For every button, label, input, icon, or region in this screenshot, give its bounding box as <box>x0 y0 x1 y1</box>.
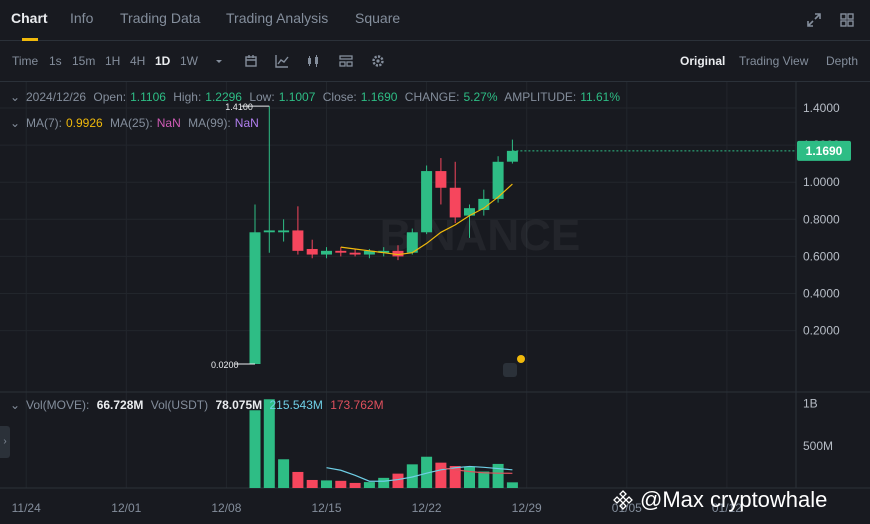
collapse-chevron-icon[interactable]: ⌄ <box>10 116 22 130</box>
time-tick-label: 12/08 <box>211 501 241 515</box>
price-tick-label: 0.6000 <box>803 249 840 263</box>
last-price-label: 1.1690 <box>806 144 843 158</box>
candle-body <box>249 232 261 364</box>
volume-bar <box>249 410 261 488</box>
price-chart[interactable]: BINANCE 0.20000.40000.60000.80001.00001.… <box>0 0 870 524</box>
open-value: 1.1106 <box>130 90 166 104</box>
close-value: 1.1690 <box>360 90 398 104</box>
time-tick-label: 11/24 <box>12 501 41 515</box>
high-value: 1.2296 <box>205 90 242 104</box>
price-tick-label: 1.0000 <box>803 175 840 189</box>
volume-bar <box>349 482 361 488</box>
change-label: CHANGE: <box>404 90 460 104</box>
ma25-label: MA(25): <box>110 116 153 130</box>
close-label: Close: <box>322 90 357 104</box>
ma99-label: MA(99): <box>188 116 231 130</box>
binance-logo-icon <box>613 490 633 510</box>
price-tick-label: 0.4000 <box>803 287 840 301</box>
volume-bar <box>321 480 332 488</box>
ohlc-line: ⌄ 2024/12/26 Open: 1.1106 High: 1.2296 Low:… <box>10 90 624 106</box>
ma-line: ⌄ MA(7): 0.9926 MA(25): NaN MA(99): NaN <box>10 116 263 132</box>
vol-value: 66.728M <box>96 398 144 412</box>
volume-tick-label: 1B <box>803 397 818 411</box>
volume-bar <box>392 473 404 488</box>
time-tick-label: 12/29 <box>512 501 542 515</box>
time-tick-label: 12/15 <box>311 501 341 515</box>
price-tick-label: 0.2000 <box>803 324 840 338</box>
ma25-value: NaN <box>156 116 181 130</box>
vol-usdt-label: Vol(USDT) <box>150 398 209 412</box>
candle-body <box>292 230 304 251</box>
amplitude-value: 11.61% <box>580 90 621 104</box>
volume-bar <box>363 482 375 488</box>
volume-bar <box>506 482 518 488</box>
notes-icon <box>503 363 517 377</box>
price-tick-label: 1.4000 <box>803 101 840 115</box>
candle-body <box>335 250 347 253</box>
vol-ma1-value: 215.543M <box>269 398 323 412</box>
candle-body <box>506 150 518 162</box>
collapse-chevron-icon[interactable]: ⌄ <box>10 398 22 412</box>
collapse-chevron-icon[interactable]: ⌄ <box>10 90 22 104</box>
amplitude-label: AMPLITUDE: <box>504 90 577 104</box>
volume-line: ⌄ Vol(MOVE): 66.728M Vol(USDT) 78.075M 21… <box>10 398 388 414</box>
volume-bar <box>492 463 504 488</box>
side-panel-toggle[interactable]: › <box>0 426 10 458</box>
volume-bar <box>464 466 475 488</box>
volume-bar <box>278 459 290 488</box>
low-label: Low: <box>249 90 275 104</box>
candle-body <box>278 230 290 233</box>
candle-body <box>449 187 461 218</box>
high-label: High: <box>173 90 202 104</box>
vol-usdt-value: 78.075M <box>215 398 263 412</box>
volume-bar <box>478 471 490 488</box>
candle-body <box>435 171 447 188</box>
candle-body <box>306 248 318 255</box>
candle-body <box>464 208 475 216</box>
credit-text: @Max cryptowhale <box>640 487 828 512</box>
chart-grid <box>0 82 870 489</box>
credit-watermark: @Max cryptowhale <box>612 487 827 513</box>
open-label: Open: <box>93 90 127 104</box>
candle-body <box>421 171 433 233</box>
ma7-label: MA(7): <box>26 116 62 130</box>
vol-label: Vol(MOVE): <box>26 398 90 412</box>
volume-bar <box>292 471 304 488</box>
time-tick-label: 12/01 <box>111 501 141 515</box>
ma7-value: 0.9926 <box>66 116 103 130</box>
vol-ma2-value: 173.762M <box>330 398 384 412</box>
candle-body <box>263 230 275 233</box>
price-tick-label: 0.8000 <box>803 212 840 226</box>
change-value: 5.27% <box>463 90 498 104</box>
candle-body <box>349 252 361 255</box>
ma99-value: NaN <box>234 116 259 130</box>
volume-bar <box>435 462 447 488</box>
candle-body <box>321 250 332 255</box>
axes: 0.20000.40000.60000.80001.00001.20001.40… <box>12 101 840 515</box>
volume-bar <box>378 477 390 488</box>
volume-bar <box>335 480 347 488</box>
volume-bar <box>306 479 318 488</box>
notes-badge-icon <box>517 355 525 363</box>
min-marker-label: 0.0200 <box>211 360 239 370</box>
low-value: 1.1007 <box>278 90 316 104</box>
volume-tick-label: 500M <box>803 439 833 453</box>
ohlc-date: 2024/12/26 <box>26 90 87 104</box>
time-tick-label: 12/22 <box>412 501 442 515</box>
